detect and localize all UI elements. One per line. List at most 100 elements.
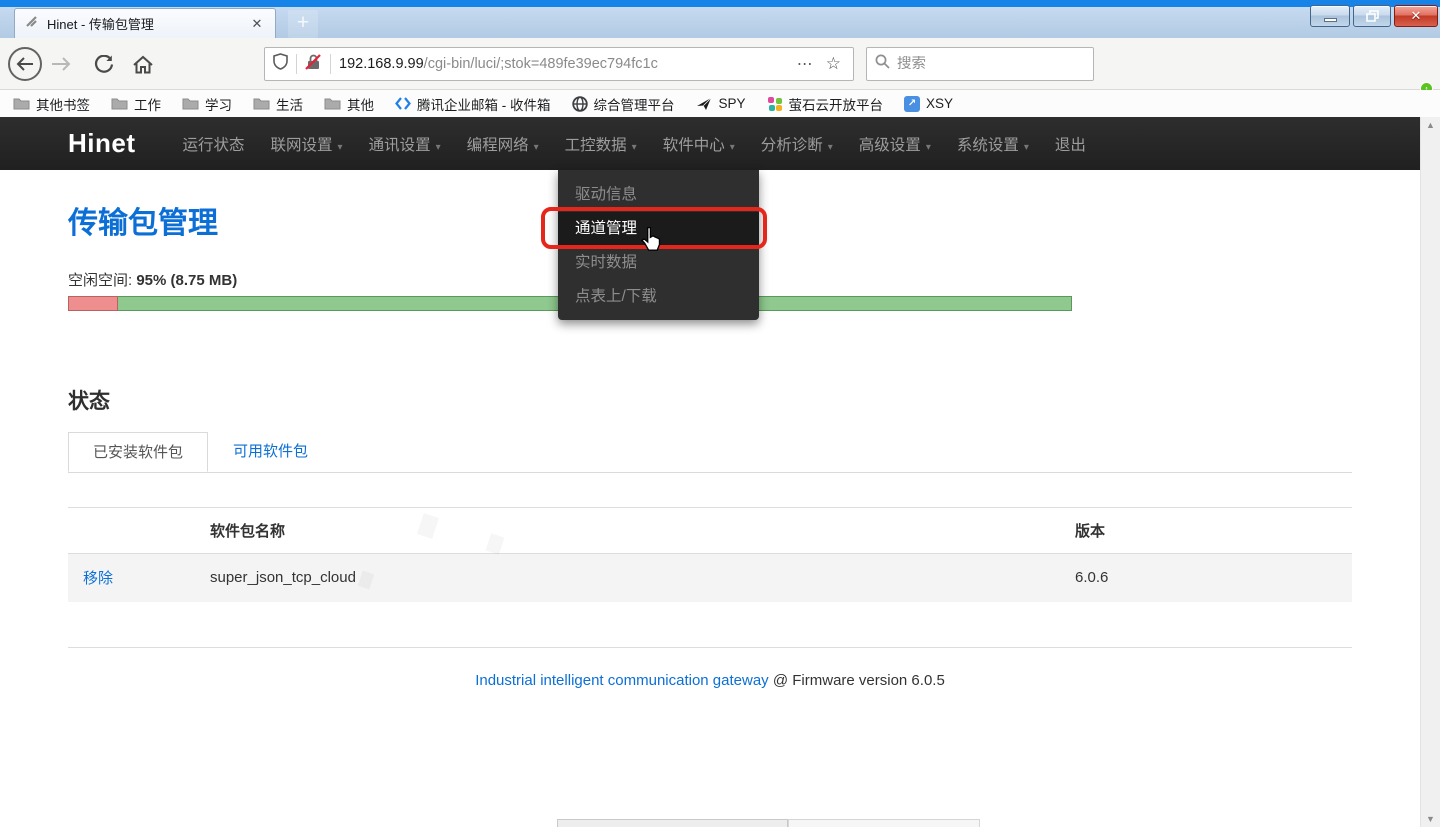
bookmark-folder-study[interactable]: 学习 bbox=[182, 94, 232, 114]
url-domain: 192.168.9.99 bbox=[339, 56, 424, 72]
footer-firmware-text: @ Firmware version 6.0.5 bbox=[769, 672, 945, 689]
forward-button[interactable] bbox=[48, 56, 74, 72]
page-actions-icon[interactable]: ⋯ bbox=[789, 54, 822, 74]
globe-icon bbox=[572, 96, 588, 112]
action-column-header bbox=[68, 508, 210, 554]
cursor-pointer-icon bbox=[640, 227, 662, 258]
site-footer: Industrial intelligent communication gat… bbox=[68, 672, 1352, 689]
status-panel bbox=[557, 819, 788, 827]
progress-used-segment bbox=[68, 296, 118, 311]
bookmark-folder-other-bookmarks[interactable]: 其他书签 bbox=[13, 94, 90, 114]
browser-tab[interactable]: Hinet - 传输包管理 ✕ bbox=[14, 8, 276, 38]
chevron-down-icon: ▾ bbox=[828, 142, 833, 153]
scrollbar[interactable]: ▲ ▼ bbox=[1420, 117, 1440, 827]
close-button[interactable]: ✕ bbox=[1394, 5, 1438, 27]
chevron-down-icon: ▾ bbox=[730, 142, 735, 153]
minimize-icon bbox=[1324, 18, 1337, 22]
color-dots-icon bbox=[767, 96, 783, 112]
bookmark-tencent-mail[interactable]: 腾讯企业邮箱 - 收件箱 bbox=[395, 94, 551, 114]
back-button[interactable] bbox=[8, 47, 42, 81]
bookmark-management-platform[interactable]: 综合管理平台 bbox=[572, 94, 675, 114]
page-favicon-icon bbox=[24, 14, 39, 34]
package-name-cell: super_json_tcp_cloud bbox=[210, 554, 1075, 602]
folder-icon bbox=[13, 97, 30, 110]
plane-icon bbox=[696, 97, 713, 111]
package-table: 软件包名称 版本 移除 super_json_tcp_cloud 6.0.6 bbox=[68, 507, 1352, 602]
folder-icon bbox=[253, 97, 270, 110]
bookmark-spy[interactable]: SPY bbox=[696, 96, 746, 111]
folder-icon bbox=[111, 97, 128, 110]
search-input[interactable] bbox=[897, 56, 1085, 72]
bookmark-folder-life[interactable]: 生活 bbox=[253, 94, 303, 114]
bookmark-ezviz-platform[interactable]: 萤石云开放平台 bbox=[767, 94, 884, 114]
window-top-border bbox=[0, 0, 1440, 7]
bookmark-folder-misc[interactable]: 其他 bbox=[324, 94, 374, 114]
nav-item-advanced-settings[interactable]: 高级设置▾ bbox=[846, 133, 944, 155]
browser-toolbar: 192.168.9.99/cgi-bin/luci/;stok=489fe39e… bbox=[0, 38, 1440, 90]
free-space-label: 空闲空间: bbox=[68, 272, 132, 289]
nav-item-status[interactable]: 运行状态 bbox=[170, 133, 258, 155]
tab-title: Hinet - 传输包管理 bbox=[47, 14, 240, 33]
nav-item-comm-setup[interactable]: 通讯设置▾ bbox=[356, 133, 454, 155]
remove-link[interactable]: 移除 bbox=[83, 570, 113, 587]
scroll-up-icon[interactable]: ▲ bbox=[1426, 120, 1435, 130]
close-icon: ✕ bbox=[1411, 8, 1422, 24]
dropdown-item-point-table[interactable]: 点表上/下载 bbox=[558, 280, 759, 314]
divider bbox=[68, 647, 1352, 648]
version-header: 版本 bbox=[1075, 508, 1352, 554]
url-fade bbox=[741, 56, 789, 72]
restore-icon bbox=[1366, 10, 1379, 22]
nav-item-network-setup[interactable]: 联网设置▾ bbox=[258, 133, 356, 155]
browser-window: Hinet - 传输包管理 ✕ + ✕ bbox=[0, 0, 1440, 827]
nav-item-logout[interactable]: 退出 bbox=[1042, 133, 1099, 155]
free-space-value: 95% (8.75 MB) bbox=[136, 272, 237, 289]
chevron-down-icon: ▾ bbox=[926, 142, 931, 153]
address-bar[interactable]: 192.168.9.99/cgi-bin/luci/;stok=489fe39e… bbox=[264, 47, 854, 81]
package-tabs: 已安装软件包 可用软件包 bbox=[68, 432, 1352, 473]
site-menu: 运行状态 联网设置▾ 通讯设置▾ 编程网络▾ 工控数据▾ 软件中心▾ 分析诊断▾… bbox=[170, 133, 1099, 155]
url-path: /cgi-bin/luci/;stok=489fe39ec794fc1c bbox=[424, 56, 658, 72]
package-name-header: 软件包名称 bbox=[210, 508, 1075, 554]
bookmarks-bar: 其他书签 工作 学习 生活 其他 腾讯企业邮箱 - 收件箱 综合管理平台 SP bbox=[0, 90, 1440, 117]
insecure-lock-icon[interactable] bbox=[305, 54, 322, 75]
new-tab-button[interactable]: + bbox=[288, 10, 318, 38]
chevron-down-icon: ▾ bbox=[534, 142, 539, 153]
status-heading: 状态 bbox=[68, 385, 1352, 415]
tab-installed-packages[interactable]: 已安装软件包 bbox=[68, 432, 208, 472]
search-bar[interactable] bbox=[866, 47, 1094, 81]
tab-available-packages[interactable]: 可用软件包 bbox=[209, 432, 332, 472]
xsy-icon: ↗ bbox=[904, 96, 920, 112]
folder-icon bbox=[324, 97, 341, 110]
bookmark-star-icon[interactable]: ☆ bbox=[822, 54, 845, 74]
nav-item-programming-network[interactable]: 编程网络▾ bbox=[454, 133, 552, 155]
bookmark-xsy[interactable]: ↗ XSY bbox=[904, 96, 953, 112]
divider bbox=[330, 54, 331, 74]
nav-item-diagnostics[interactable]: 分析诊断▾ bbox=[748, 133, 846, 155]
shield-icon[interactable] bbox=[273, 53, 288, 75]
restore-button[interactable] bbox=[1353, 5, 1391, 27]
mail-icon bbox=[395, 97, 411, 110]
folder-icon bbox=[182, 97, 199, 110]
divider bbox=[296, 54, 297, 74]
site-logo[interactable]: Hinet bbox=[68, 128, 136, 159]
package-version-cell: 6.0.6 bbox=[1075, 554, 1352, 602]
bookmark-folder-work[interactable]: 工作 bbox=[111, 94, 161, 114]
site-navbar: Hinet 运行状态 联网设置▾ 通讯设置▾ 编程网络▾ 工控数据▾ 软件中心▾… bbox=[0, 117, 1420, 170]
home-button[interactable] bbox=[130, 51, 156, 77]
tab-close-icon[interactable]: ✕ bbox=[248, 16, 266, 32]
nav-item-system-settings[interactable]: 系统设置▾ bbox=[944, 133, 1042, 155]
url-text[interactable]: 192.168.9.99/cgi-bin/luci/;stok=489fe39e… bbox=[339, 56, 789, 72]
chevron-down-icon: ▾ bbox=[436, 142, 441, 153]
table-row: 移除 super_json_tcp_cloud 6.0.6 bbox=[68, 554, 1352, 602]
chevron-down-icon: ▾ bbox=[632, 142, 637, 153]
minimize-button[interactable] bbox=[1310, 5, 1350, 27]
nav-item-industrial-data[interactable]: 工控数据▾ bbox=[552, 133, 650, 155]
nav-item-software-center[interactable]: 软件中心▾ bbox=[650, 133, 748, 155]
scroll-down-icon[interactable]: ▼ bbox=[1426, 814, 1435, 824]
search-icon bbox=[875, 54, 890, 74]
reload-button[interactable] bbox=[92, 52, 116, 76]
chevron-down-icon: ▾ bbox=[338, 142, 343, 153]
window-controls: ✕ bbox=[1310, 5, 1438, 27]
chevron-down-icon: ▾ bbox=[1024, 142, 1029, 153]
footer-gateway-link[interactable]: Industrial intelligent communication gat… bbox=[475, 672, 769, 689]
